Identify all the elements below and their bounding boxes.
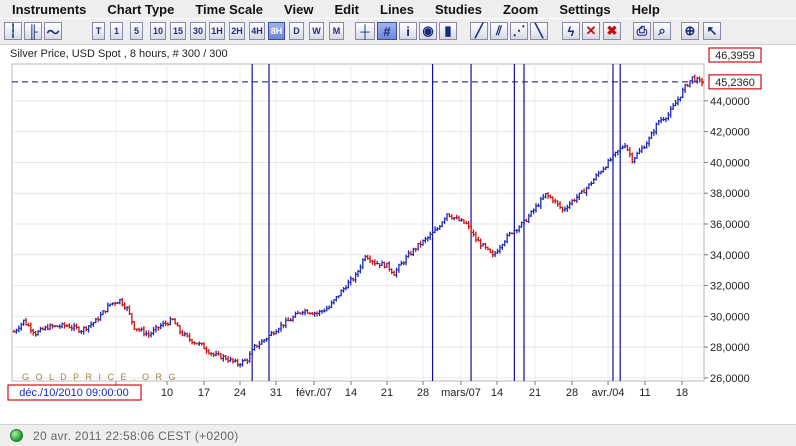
high-price-label: 46,3959: [708, 47, 762, 63]
start-date-text: déc./10/2010 09:00:00: [19, 387, 128, 399]
grid-icon[interactable]: #: [377, 22, 397, 40]
y-tick-label: 36,0000: [710, 219, 750, 231]
y-tick-label: 30,0000: [710, 311, 750, 323]
menu-help[interactable]: Help: [632, 2, 660, 17]
y-tick-label: 38,0000: [710, 188, 750, 200]
channel-icon[interactable]: ╲: [530, 22, 548, 40]
line-chart-icon[interactable]: 〜: [44, 22, 62, 40]
menu-bar: Instruments Chart Type Time Scale View E…: [0, 0, 796, 18]
preview-icon[interactable]: ⌕: [653, 22, 671, 40]
zoom-icon[interactable]: ⊕: [681, 22, 699, 40]
erase-line-icon[interactable]: ✕: [582, 22, 600, 40]
timeframe-4h-button[interactable]: 4H: [249, 22, 265, 40]
timeframe-15-button[interactable]: 15: [170, 22, 186, 40]
high-price-label-text: 46,3959: [715, 50, 755, 62]
status-time: 20 avr. 2011 22:58:06 CEST (+0200): [33, 428, 239, 443]
color-icon[interactable]: ◉: [419, 22, 437, 40]
timeframe-10-button[interactable]: 10: [150, 22, 166, 40]
x-tick-label: févr./07: [296, 387, 332, 399]
last-price-label: 45,2360: [708, 74, 762, 90]
x-tick-label: 28: [566, 387, 578, 399]
menu-studies[interactable]: Studies: [435, 2, 482, 17]
timeframe-m-button[interactable]: M: [329, 22, 344, 40]
timeframe-1h-button[interactable]: 1H: [209, 22, 225, 40]
y-tick-label: 42,0000: [710, 127, 750, 139]
x-tick-label: 21: [529, 387, 541, 399]
menu-lines[interactable]: Lines: [380, 2, 414, 17]
status-bar: 20 avr. 2011 22:58:06 CEST (+0200): [0, 424, 796, 446]
x-tick-label: avr./04: [591, 387, 624, 399]
parallel-lines-icon[interactable]: ⫽: [490, 22, 508, 40]
start-date-label: déc./10/2010 09:00:00: [7, 384, 142, 401]
print-icon[interactable]: ⎙: [633, 22, 651, 40]
timeframe-30-button[interactable]: 30: [190, 22, 206, 40]
last-price-label-text: 45,2360: [715, 77, 755, 89]
y-tick-label: 40,0000: [710, 157, 750, 169]
x-tick-label: 14: [491, 387, 503, 399]
timeframe-d-button[interactable]: D: [289, 22, 304, 40]
x-tick-label: 24: [234, 387, 246, 399]
timeframe-8h-button[interactable]: 8H: [268, 22, 285, 40]
x-tick-label: 17: [198, 387, 210, 399]
candlestick-icon[interactable]: ╟: [24, 22, 42, 40]
pointer-icon[interactable]: ↖: [703, 22, 721, 40]
connection-status-icon: [10, 429, 23, 442]
crosshair-icon[interactable]: ┼: [355, 22, 375, 40]
y-tick-label: 44,0000: [710, 96, 750, 108]
menu-edit[interactable]: Edit: [334, 2, 359, 17]
x-tick-label: 21: [381, 387, 393, 399]
timeframe-2h-button[interactable]: 2H: [229, 22, 245, 40]
x-tick-label: 11: [639, 387, 650, 399]
watermark: G O L D P R I C E . O R G: [22, 372, 178, 382]
y-tick-label: 28,0000: [710, 342, 750, 354]
menu-chart-type[interactable]: Chart Type: [107, 2, 174, 17]
menu-settings[interactable]: Settings: [559, 2, 610, 17]
timeframe-1-button[interactable]: 1: [110, 22, 123, 40]
menu-time-scale[interactable]: Time Scale: [195, 2, 263, 17]
zigzag-icon[interactable]: ϟ: [562, 22, 580, 40]
x-tick-label: mars/07: [441, 387, 481, 399]
grid-lines: [11, 63, 708, 385]
chart-title: Silver Price, USD Spot , 8 hours, # 300 …: [10, 48, 228, 60]
timeframe-w-button[interactable]: W: [309, 22, 324, 40]
info-icon[interactable]: i: [399, 22, 417, 40]
delete-icon[interactable]: ✖: [603, 22, 621, 40]
menu-zoom[interactable]: Zoom: [503, 2, 538, 17]
menu-instruments[interactable]: Instruments: [12, 2, 86, 17]
x-tick-label: 28: [417, 387, 429, 399]
bar-chart-icon[interactable]: ┆: [4, 22, 22, 40]
trendline-icon[interactable]: ╱: [470, 22, 488, 40]
toolbar: ┆ ╟ 〜 T 1 5 10 15 30 1H 2H 4H 8H D W M ┼…: [0, 19, 796, 45]
timeframe-5-button[interactable]: 5: [130, 22, 143, 40]
y-tick-label: 32,0000: [710, 281, 750, 293]
x-tick-label: 14: [345, 387, 357, 399]
x-tick-label: 10: [161, 387, 173, 399]
y-tick-label: 34,0000: [710, 250, 750, 262]
y-tick-label: 26,0000: [710, 373, 750, 385]
timeframe-t-button[interactable]: T: [92, 22, 105, 40]
menu-view[interactable]: View: [284, 2, 313, 17]
x-tick-label: 31: [270, 387, 282, 399]
price-chart[interactable]: 26,0000 28,0000 30,0000 32,0000 34,0000 36,00…: [0, 45, 796, 423]
volume-icon[interactable]: ▮: [439, 22, 457, 40]
x-tick-label: 18: [676, 387, 688, 399]
fan-icon[interactable]: ⋰: [510, 22, 528, 40]
